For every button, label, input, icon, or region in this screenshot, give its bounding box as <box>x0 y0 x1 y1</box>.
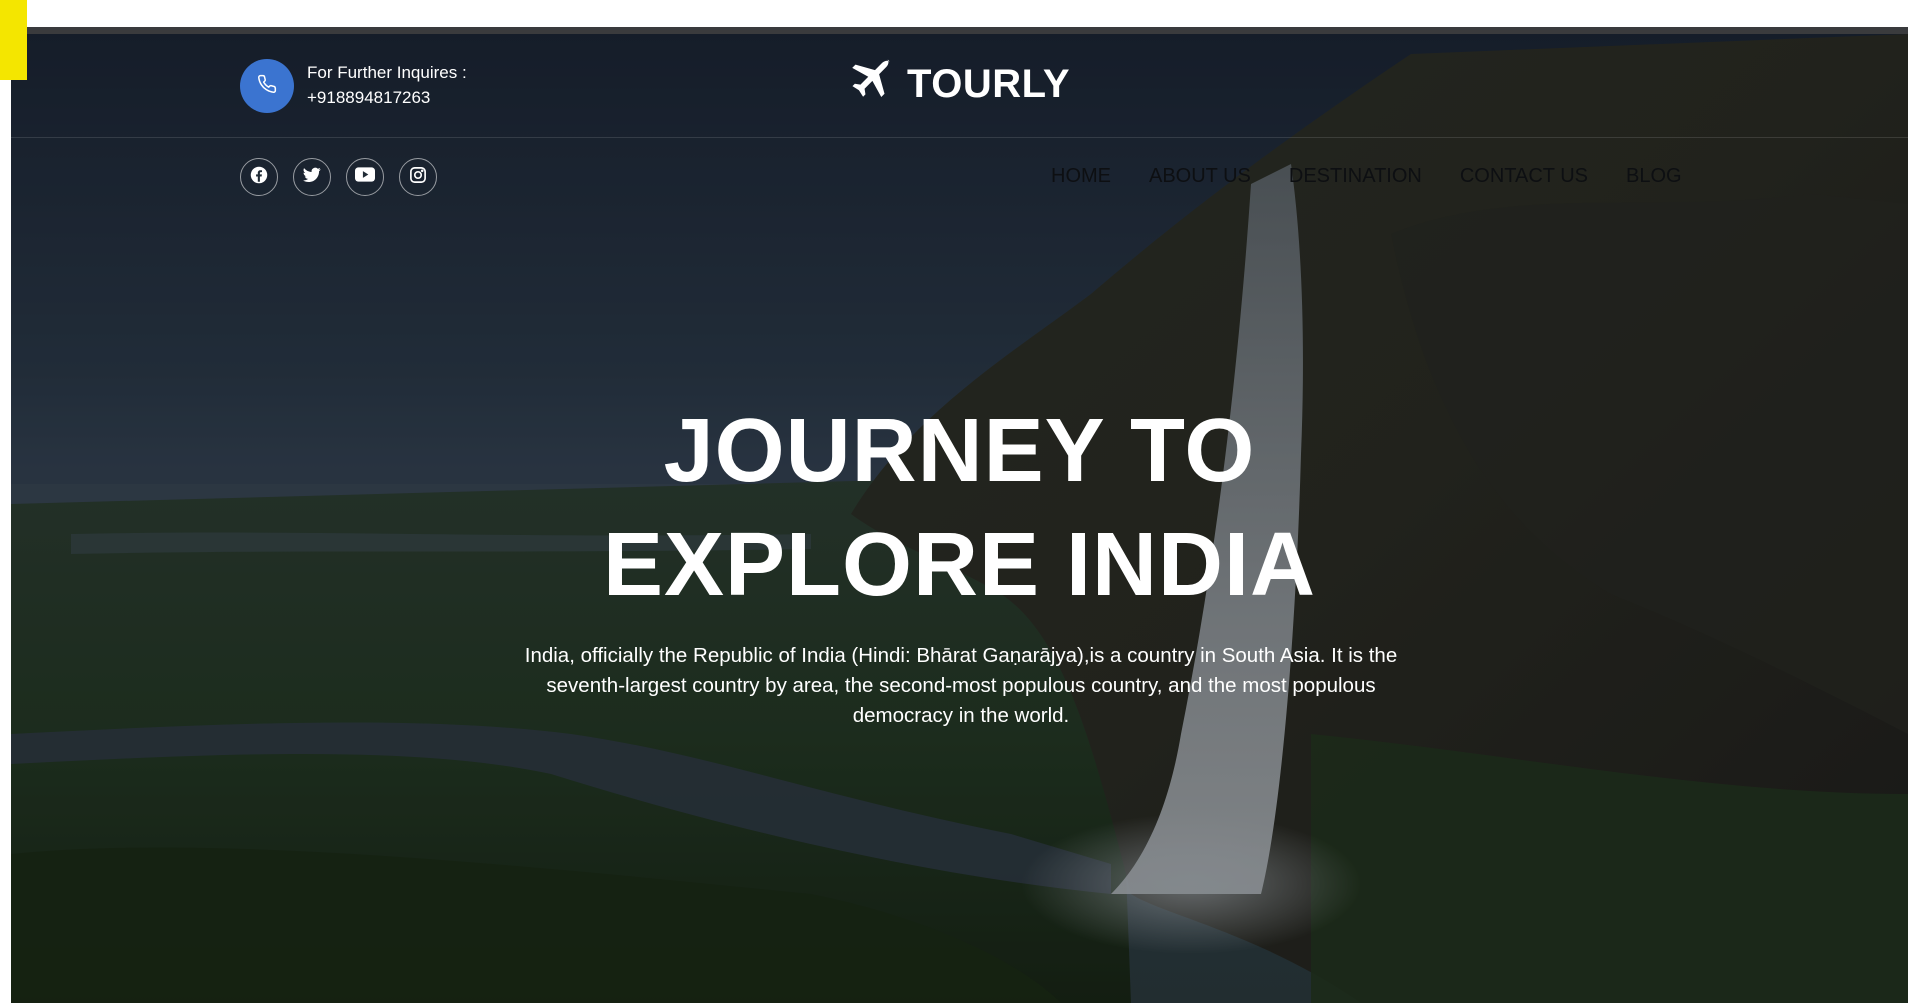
nav-item-home[interactable]: HOME <box>1051 165 1111 188</box>
hero-description: India, officially the Republic of India … <box>524 644 1398 727</box>
page: For Further Inquires : +918894817263 TOU… <box>0 0 1908 1004</box>
youtube-icon <box>355 167 375 187</box>
hero-title-line-2: EXPLORE INDIA <box>602 515 1317 615</box>
youtube-button[interactable] <box>346 158 384 196</box>
phone-info: For Further Inquires : +918894817263 <box>307 60 467 110</box>
nav-item-destination[interactable]: DESTINATION <box>1289 165 1422 188</box>
top-border <box>11 27 1908 34</box>
social-links <box>240 158 452 196</box>
cursor-highlight <box>0 0 27 80</box>
instagram-icon <box>409 166 427 189</box>
phone-button[interactable] <box>240 59 294 113</box>
nav-item-contact-us[interactable]: CONTACT US <box>1460 165 1588 188</box>
phone-label: For Further Inquires : <box>307 63 467 82</box>
phone-number[interactable]: +918894817263 <box>307 85 467 110</box>
logo-text: TOURLY <box>907 61 1071 106</box>
main-nav: HOME ABOUT US DESTINATION CONTACT US BLO… <box>1051 165 1720 188</box>
twitter-button[interactable] <box>293 158 331 196</box>
airplane-icon <box>843 56 897 113</box>
nav-item-blog[interactable]: BLOG <box>1626 165 1682 188</box>
hero-title: JOURNEY TO EXPLORE INDIA <box>11 394 1908 622</box>
facebook-button[interactable] <box>240 158 278 196</box>
hero-section: For Further Inquires : +918894817263 TOU… <box>11 34 1908 1003</box>
hero-title-line-1: JOURNEY TO <box>663 401 1256 501</box>
nav-item-about-us[interactable]: ABOUT US <box>1149 165 1251 188</box>
header-divider <box>11 137 1908 138</box>
left-gutter <box>0 27 11 1004</box>
facebook-icon <box>250 166 268 189</box>
twitter-icon <box>303 167 321 188</box>
browser-top-strip <box>0 0 1908 27</box>
phone-icon <box>257 74 277 99</box>
site-logo[interactable]: TOURLY <box>843 54 1070 114</box>
instagram-button[interactable] <box>399 158 437 196</box>
